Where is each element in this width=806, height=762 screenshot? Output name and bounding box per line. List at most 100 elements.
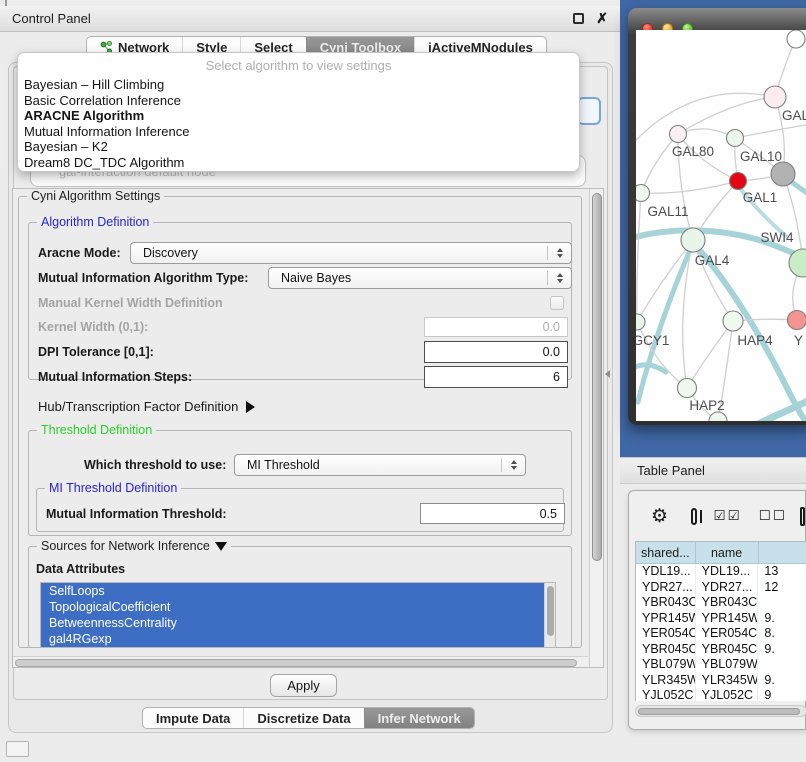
manual-kernel-width-checkbox[interactable]	[550, 296, 564, 310]
table-row[interactable]: YLR345WYLR345W9.	[636, 673, 806, 689]
sources-group-title: Sources for Network Inference	[37, 539, 231, 553]
minimized-panel-button[interactable]	[6, 741, 29, 757]
network-node[interactable]	[636, 314, 645, 330]
focused-combo-fragment[interactable]	[577, 97, 601, 125]
which-threshold-label: Which threshold to use:	[84, 454, 226, 476]
dpi-tolerance-field[interactable]: 0.0	[424, 341, 568, 363]
attribute-item-betweennesscentrality[interactable]: BetweennessCentrality	[41, 615, 555, 631]
tab-impute-data[interactable]: Impute Data	[143, 708, 243, 728]
select-all-icon[interactable]: ☑☑	[714, 508, 742, 524]
table-row[interactable]: YDR27...YDR27...12	[636, 580, 806, 596]
algorithm-option-mutual-information-inference[interactable]: Mutual Information Inference	[18, 124, 579, 140]
table-cell: 9.	[758, 611, 806, 627]
network-node[interactable]	[788, 311, 806, 330]
which-threshold-combo[interactable]: MI Threshold	[234, 454, 526, 476]
float-panel-icon[interactable]	[573, 13, 584, 24]
network-canvas[interactable]: GALGAL80GAL10GAL1GAL11SWI4GAL4GCY1HAP4YH…	[636, 30, 806, 421]
table-cell: 9	[758, 688, 806, 701]
table-cell: YBL079W	[696, 657, 759, 673]
table-row[interactable]: YBL079WYBL079W	[636, 657, 806, 673]
mi-threshold-field[interactable]: 0.5	[420, 503, 565, 524]
network-node[interactable]	[681, 228, 705, 252]
expanded-arrow-icon[interactable]	[215, 542, 227, 551]
settings-horizontal-scrollbar[interactable]	[13, 656, 588, 667]
network-node[interactable]	[764, 86, 786, 108]
tab-discretize-data[interactable]: Discretize Data	[243, 708, 363, 728]
table-row[interactable]: YPR145WYPR145W9.	[636, 611, 806, 627]
tab-label: Discretize Data	[257, 711, 350, 726]
data-attributes-label: Data Attributes	[36, 558, 125, 580]
network-edge	[641, 134, 678, 193]
column-header-shared[interactable]: shared...	[636, 542, 696, 564]
attribute-item-topologicalcoefficient[interactable]: TopologicalCoefficient	[41, 599, 555, 615]
network-node[interactable]	[723, 311, 743, 331]
aracne-mode-combo[interactable]: Discovery	[130, 242, 572, 264]
network-node[interactable]	[709, 412, 727, 421]
table-cell: YPR145W	[696, 611, 759, 627]
gear-icon[interactable]: ⚙	[651, 505, 668, 528]
apply-button[interactable]: Apply	[270, 674, 337, 697]
tab-infer-network[interactable]: Infer Network	[364, 708, 474, 728]
network-node[interactable]	[636, 185, 650, 202]
network-node[interactable]	[678, 379, 697, 398]
table-cell: YLR345W	[696, 673, 759, 689]
node-label: GAL4	[695, 253, 730, 268]
deselect-all-icon[interactable]: ☐☐	[759, 508, 787, 524]
mi-steps-value: 6	[553, 370, 560, 384]
threshold-definition-title: Threshold Definition	[37, 423, 156, 437]
mi-threshold-value: 0.5	[540, 507, 557, 521]
scrollbar-thumb[interactable]	[547, 586, 554, 636]
collapsed-arrow-icon[interactable]	[246, 401, 255, 413]
network-node[interactable]	[771, 162, 795, 186]
table-cell: YBR045C	[636, 642, 696, 658]
scrollbar-thumb[interactable]	[592, 193, 602, 561]
mi-steps-field[interactable]: 6	[424, 366, 568, 388]
table-horizontal-scrollbar[interactable]	[635, 705, 806, 717]
algorithm-option-aracne-algorithm[interactable]: ARACNE Algorithm	[18, 108, 579, 124]
close-panel-icon[interactable]: ✗	[596, 13, 608, 24]
algorithm-option-basic-correlation-inference[interactable]: Basic Correlation Inference	[18, 93, 579, 109]
table-row[interactable]: YBR045CYBR045C9.	[636, 642, 806, 658]
network-node[interactable]	[787, 30, 805, 48]
table-cell: 9.	[758, 673, 806, 689]
table-row[interactable]: YJL052CYJL052C9	[636, 688, 806, 701]
network-node[interactable]	[730, 173, 747, 190]
cyni-bottom-tabs: Impute Data Discretize Data Infer Network	[142, 707, 475, 729]
hub-definition-toggle[interactable]: Hub/Transcription Factor Definition	[38, 396, 255, 418]
aracne-mode-label: Aracne Mode:	[38, 242, 121, 264]
list-vertical-scrollbar[interactable]	[544, 583, 555, 647]
algorithm-option-dream8-dc-tdc-algorithm[interactable]: Dream8 DC_TDC Algorithm	[18, 155, 579, 171]
split-columns-icon[interactable]	[691, 508, 696, 525]
desktop-background: GALGAL80GAL10GAL1GAL11SWI4GAL4GCY1HAP4YH…	[620, 0, 806, 457]
network-view-window[interactable]: GALGAL80GAL10GAL1GAL11SWI4GAL4GCY1HAP4YH…	[628, 8, 806, 425]
table-row[interactable]: YDL19...YDL19...13	[636, 564, 806, 580]
algorithm-option-bayesian-k2[interactable]: Bayesian – K2	[18, 139, 579, 155]
table-cell: YJL052C	[696, 688, 759, 701]
new-table-icon[interactable]	[800, 507, 805, 526]
splitpane-collapse-arrow[interactable]	[605, 370, 610, 378]
scrollbar-thumb[interactable]	[638, 708, 800, 715]
column-header-col2[interactable]	[759, 542, 806, 564]
node-label: GAL1	[743, 190, 778, 205]
table-row[interactable]: YER054CYER054C8.	[636, 626, 806, 642]
network-node[interactable]	[670, 126, 687, 143]
table-panel-title: Table Panel	[637, 463, 705, 478]
node-label: SWI4	[760, 230, 793, 245]
kernel-width-label: Kernel Width (0,1):	[38, 316, 148, 338]
network-node[interactable]	[727, 130, 744, 147]
algorithm-option-bayesian-hill-climbing[interactable]: Bayesian – Hill Climbing	[18, 77, 579, 93]
settings-vertical-scrollbar[interactable]	[589, 189, 603, 667]
data-attributes-list[interactable]: SelfLoopsTopologicalCoefficientBetweenne…	[40, 582, 556, 648]
table-header-row: shared...name	[636, 542, 806, 564]
table-row[interactable]: YBR043CYBR043C	[636, 595, 806, 611]
scrollbar-thumb[interactable]	[15, 659, 577, 667]
kernel-width-field[interactable]: 0.0	[424, 317, 568, 337]
mi-threshold-label: Mutual Information Threshold:	[46, 503, 227, 525]
attribute-item-gal4rgexp[interactable]: gal4RGexp	[41, 631, 555, 647]
node-attribute-table[interactable]: shared...name YDL19...YDL19...13YDR27...…	[635, 541, 806, 701]
attribute-item-selfloops[interactable]: SelfLoops	[41, 583, 555, 599]
column-header-name[interactable]: name	[696, 542, 759, 564]
mi-algorithm-type-label: Mutual Information Algorithm Type:	[38, 267, 248, 289]
mi-algorithm-type-combo[interactable]: Naive Bayes	[268, 267, 572, 289]
table-cell: YDR27...	[636, 580, 696, 596]
